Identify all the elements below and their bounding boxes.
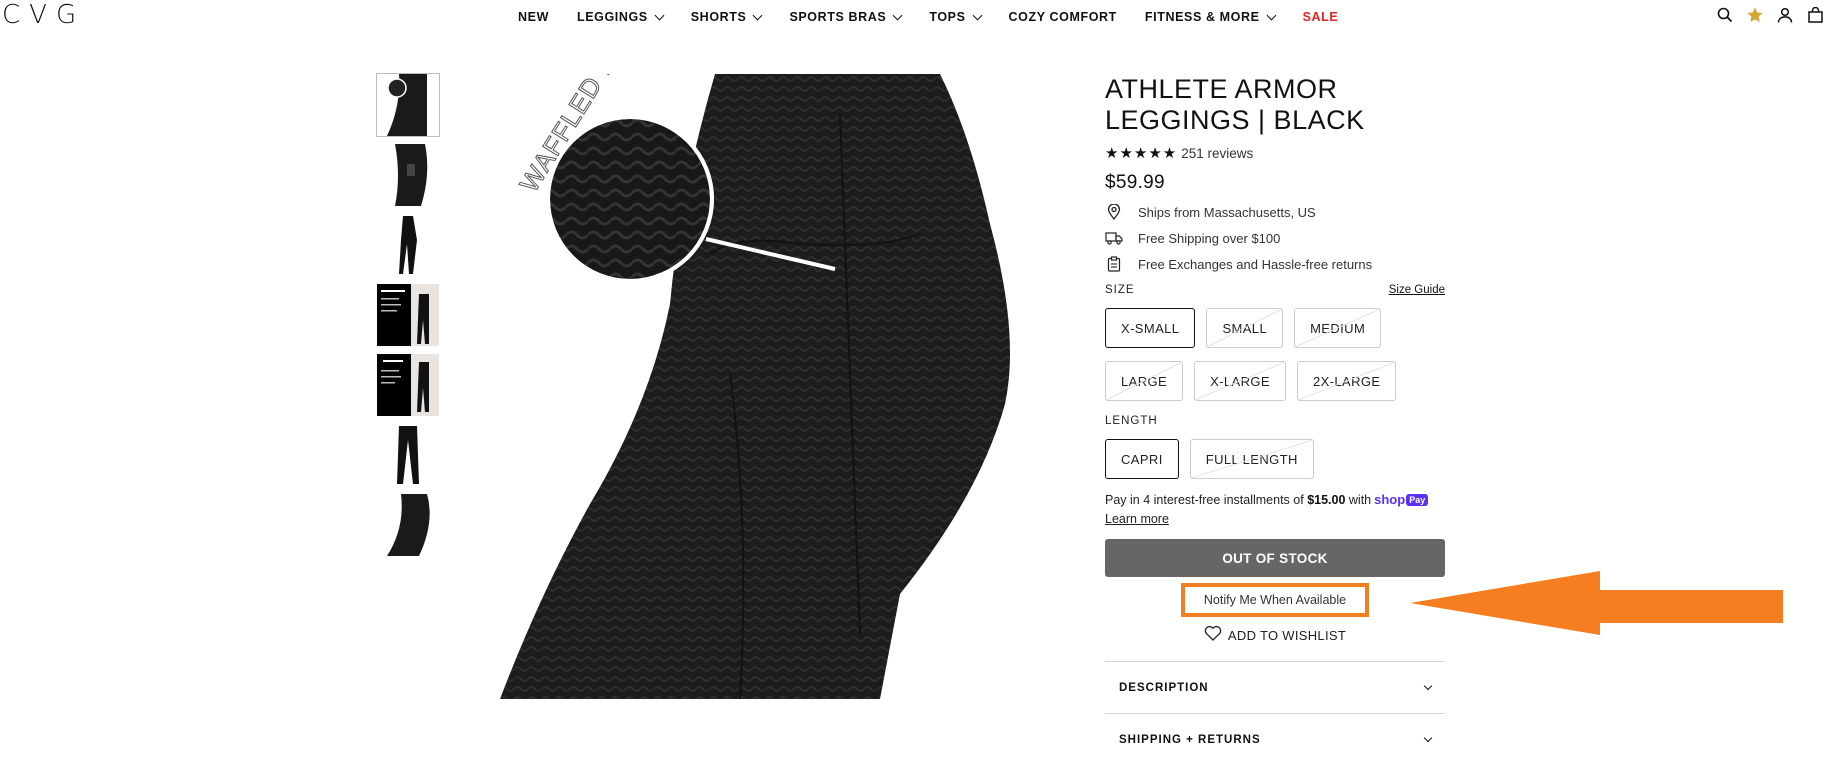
location-pin-icon xyxy=(1105,203,1123,221)
size-option-label: SMALL xyxy=(1222,320,1268,336)
installments-with: with xyxy=(1348,493,1372,507)
size-option-label: 2X-LARGE xyxy=(1312,373,1381,389)
perk-text: Ships from Massachusetts, US xyxy=(1138,204,1316,220)
length-option-label: FULL LENGTH xyxy=(1205,451,1298,467)
nav-label: TOPS xyxy=(929,10,966,24)
size-option-2x-large[interactable]: 2X-LARGE xyxy=(1296,361,1397,401)
nav-label: NEW xyxy=(518,10,549,24)
accordion-description[interactable]: DESCRIPTION xyxy=(1105,661,1445,713)
length-options: CAPRI FULL LENGTH xyxy=(1105,439,1445,479)
chevron-down-icon xyxy=(1423,681,1433,691)
perk-free-shipping: Free Shipping over $100 xyxy=(1105,228,1445,248)
perk-shipping-origin: Ships from Massachusetts, US xyxy=(1105,202,1445,222)
nav-item-sports-bras[interactable]: SPORTS BRAS xyxy=(789,10,903,24)
nav-label: LEGGINGS xyxy=(576,10,648,24)
nav-label: COZY COMFORT xyxy=(1008,10,1117,24)
length-header: LENGTH xyxy=(1105,415,1445,427)
shop-pay-pill: Pay xyxy=(1406,494,1429,506)
thumbnail-list xyxy=(376,73,441,564)
nav-item-leggings[interactable]: LEGGINGS xyxy=(576,10,665,24)
chevron-down-icon xyxy=(972,10,982,20)
nav-item-new[interactable]: NEW xyxy=(518,10,549,24)
product-title: ATHLETE ARMOR LEGGINGS | BLACK xyxy=(1105,74,1365,135)
add-to-wishlist-button[interactable]: ADD TO WISHLIST xyxy=(1105,625,1445,645)
chevron-down-icon xyxy=(1423,733,1433,743)
perk-text: Free Shipping over $100 xyxy=(1138,230,1281,246)
clipboard-icon xyxy=(1105,255,1123,273)
chevron-down-icon xyxy=(892,10,903,20)
out-of-stock-button[interactable]: OUT OF STOCK xyxy=(1105,539,1445,577)
size-option-medium[interactable]: MEDIUM xyxy=(1294,308,1382,348)
installments-text: Pay in 4 interest-free installments of xyxy=(1105,493,1304,507)
heart-icon xyxy=(1204,625,1222,646)
nav-item-tops[interactable]: TOPS xyxy=(929,10,982,24)
nav-label: SPORTS BRAS xyxy=(789,10,887,24)
star-icon[interactable] xyxy=(1746,6,1764,24)
logo[interactable]: CVG xyxy=(2,0,85,30)
size-option-small[interactable]: SMALL xyxy=(1206,308,1284,348)
nav-label: SALE xyxy=(1302,10,1339,24)
size-option-label: LARGE xyxy=(1121,373,1168,389)
length-label: LENGTH xyxy=(1105,415,1158,427)
chevron-down-icon xyxy=(752,10,763,20)
accordion-label: SHIPPING + RETURNS xyxy=(1119,733,1261,746)
size-option-label: X-SMALL xyxy=(1121,320,1180,336)
nav-label: SHORTS xyxy=(690,10,747,24)
size-option-x-large[interactable]: X-LARGE xyxy=(1194,361,1286,401)
length-option-full-length[interactable]: FULL LENGTH xyxy=(1189,439,1314,479)
size-option-x-small[interactable]: X-SMALL xyxy=(1105,308,1196,348)
thumbnail-3[interactable] xyxy=(377,214,439,276)
search-icon[interactable] xyxy=(1716,6,1734,24)
size-label: SIZE xyxy=(1105,284,1135,296)
product-info: ATHLETE ARMOR LEGGINGS | BLACK ★★★★★ 251… xyxy=(1105,74,1445,765)
size-option-large[interactable]: LARGE xyxy=(1105,361,1184,401)
length-option-capri[interactable]: CAPRI xyxy=(1105,439,1179,479)
installments-info: Pay in 4 interest-free installments of $… xyxy=(1105,490,1445,529)
reviews-link[interactable]: 251 reviews xyxy=(1181,146,1253,161)
thumbnail-4[interactable] xyxy=(377,284,439,346)
accordion-shipping-returns[interactable]: SHIPPING + RETURNS xyxy=(1105,713,1445,765)
product-price: $59.99 xyxy=(1105,172,1165,193)
chevron-down-icon xyxy=(654,10,665,20)
nav-item-shorts[interactable]: SHORTS xyxy=(690,10,763,24)
thumbnail-1[interactable] xyxy=(376,73,440,137)
cart-icon[interactable] xyxy=(1806,6,1824,24)
annotation-arrow-icon xyxy=(1410,567,1790,672)
star-rating-icon: ★★★★★ xyxy=(1105,145,1178,162)
notify-me-button[interactable]: Notify Me When Available xyxy=(1181,583,1369,617)
product-accordion: DESCRIPTION SHIPPING + RETURNS xyxy=(1105,661,1445,765)
chevron-down-icon xyxy=(1266,10,1277,20)
main-product-image[interactable]: WAFFLED DESIGN xyxy=(500,74,1030,699)
size-guide-link[interactable]: Size Guide xyxy=(1389,284,1445,296)
perk-free-exchanges: Free Exchanges and Hassle-free returns xyxy=(1105,254,1445,274)
size-header: SIZE Size Guide xyxy=(1105,284,1445,296)
nav-item-fitness-more[interactable]: FITNESS & MORE xyxy=(1144,10,1277,24)
truck-icon xyxy=(1105,229,1123,247)
shop-pay-logo: shop xyxy=(1374,492,1406,507)
length-option-label: CAPRI xyxy=(1121,451,1163,467)
accordion-label: DESCRIPTION xyxy=(1119,681,1209,694)
thumbnail-6[interactable] xyxy=(377,424,439,486)
account-icon[interactable] xyxy=(1776,6,1794,24)
wishlist-label: ADD TO WISHLIST xyxy=(1227,627,1347,643)
size-option-label: MEDIUM xyxy=(1310,320,1366,336)
rating-row: ★★★★★ 251 reviews xyxy=(1105,144,1445,162)
header-icons xyxy=(1716,6,1824,24)
learn-more-link[interactable]: Learn more xyxy=(1105,512,1169,526)
thumbnail-5[interactable] xyxy=(377,354,439,416)
thumbnail-7[interactable] xyxy=(377,494,439,556)
main-nav: NEW LEGGINGS SHORTS SPORTS BRAS TOPS COZ… xyxy=(518,8,1366,26)
perk-text: Free Exchanges and Hassle-free returns xyxy=(1138,256,1373,272)
installments-amount: $15.00 xyxy=(1307,493,1346,507)
nav-item-sale[interactable]: SALE xyxy=(1303,10,1339,24)
nav-label: FITNESS & MORE xyxy=(1144,10,1260,24)
size-option-label: X-LARGE xyxy=(1210,373,1270,389)
thumbnail-2[interactable] xyxy=(377,144,439,206)
size-options: X-SMALL SMALL MEDIUM LARGE X-LARGE 2X-LA… xyxy=(1105,308,1445,401)
nav-item-cozy-comfort[interactable]: COZY COMFORT xyxy=(1009,10,1117,24)
notify-wrapper: Notify Me When Available xyxy=(1105,583,1445,617)
